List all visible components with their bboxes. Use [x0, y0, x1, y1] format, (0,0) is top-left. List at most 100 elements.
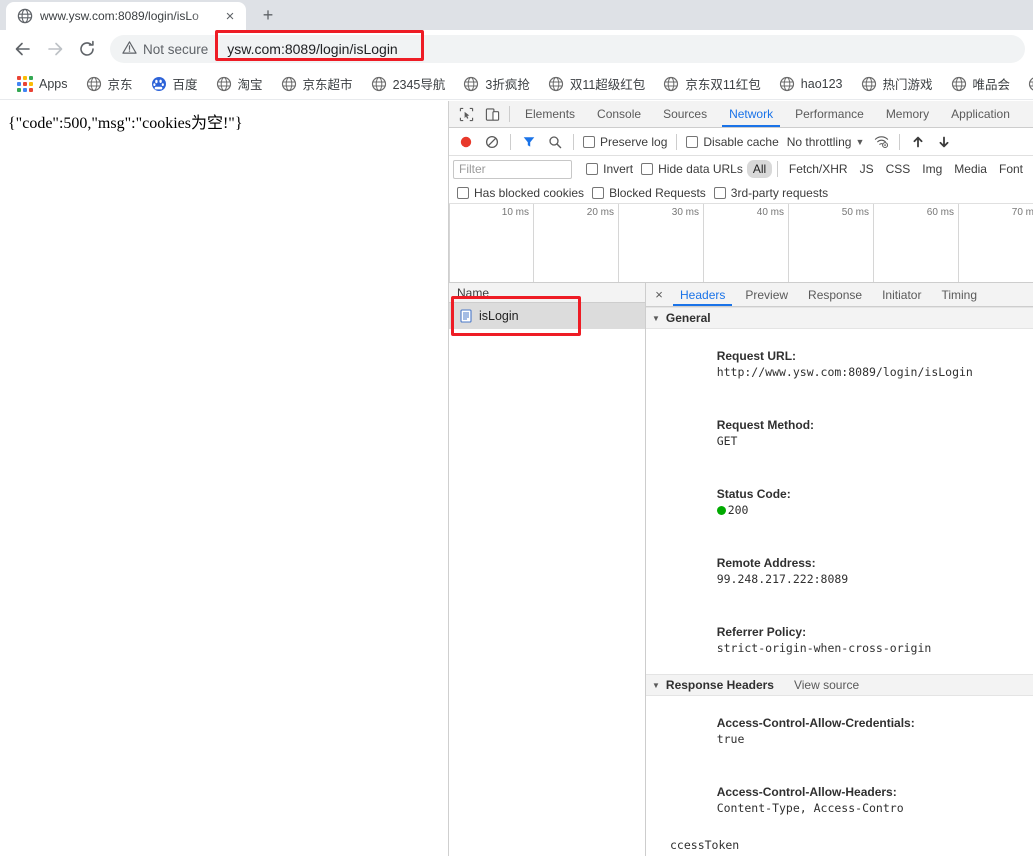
browser-window: www.ysw.com:8089/login/isLo × + Not secu… [0, 0, 1033, 856]
checkbox-box [592, 186, 605, 199]
table-row[interactable]: isLogin [449, 303, 645, 329]
filter-type-all[interactable]: All [746, 160, 773, 178]
inspect-cursor-icon[interactable] [453, 101, 479, 127]
bookmark-jingdong[interactable]: 京东 [77, 71, 142, 97]
checkbox-box [713, 186, 726, 199]
url-field-wrap[interactable]: ysw.com:8089/login/isLogin [217, 35, 1021, 63]
checkbox-box [686, 135, 699, 148]
page-json-response: {"code":500,"msg":"cookies为空!"} [8, 115, 243, 132]
bookmark-label: 2345导航 [392, 78, 446, 92]
filter-type-fetch-xhr[interactable]: Fetch/XHR [783, 160, 854, 178]
detail-tab-preview[interactable]: Preview [735, 283, 798, 306]
disable-cache-checkbox[interactable]: Disable cache [682, 135, 782, 149]
timeline-tick-label: 20 ms [586, 207, 614, 218]
close-icon[interactable]: × [222, 8, 238, 24]
checkbox-box [586, 163, 599, 175]
header-name: Request URL: [716, 348, 797, 363]
detail-tab-initiator[interactable]: Initiator [872, 283, 931, 306]
network-toolbar: Preserve log Disable cache No throttling… [449, 128, 1033, 156]
section-header-response-headers[interactable]: ▼ Response Headers View source [646, 674, 1033, 696]
filter-type-css[interactable]: CSS [880, 160, 917, 178]
detail-tab-headers[interactable]: Headers [670, 283, 735, 306]
detail-tab-timing[interactable]: Timing [931, 283, 987, 306]
upload-arrow-icon[interactable] [905, 130, 931, 154]
network-split-view: Name isLogin × Headers Preview Response … [449, 283, 1033, 856]
network-overview-timeline[interactable]: 10 ms 20 ms 30 ms 40 ms 50 ms 60 ms 70 m… [449, 204, 1033, 283]
header-row: Status Code: 200 [646, 467, 1033, 536]
download-arrow-icon[interactable] [931, 130, 957, 154]
bookmark-hot-games[interactable]: 热门游戏 [852, 71, 942, 97]
request-list-column-header[interactable]: Name [449, 283, 645, 303]
filter-type-font[interactable]: Font [993, 160, 1029, 178]
timeline-tick: 40 ms [704, 204, 789, 282]
url-input[interactable]: ysw.com:8089/login/isLogin [217, 41, 397, 57]
preserve-log-checkbox[interactable]: Preserve log [579, 135, 671, 149]
globe-icon [548, 76, 564, 92]
new-tab-button[interactable]: + [254, 1, 282, 29]
devtools-tab-elements[interactable]: Elements [514, 101, 586, 127]
devtools-tab-console[interactable]: Console [586, 101, 652, 127]
navigation-toolbar: Not secure ysw.com:8089/login/isLogin [0, 30, 1033, 68]
security-status[interactable]: Not secure [122, 40, 216, 58]
device-toggle-icon[interactable] [479, 101, 505, 127]
timeline-tick-label: 40 ms [756, 207, 784, 218]
header-value: http://www.ysw.com:8089/login/isLogin [716, 364, 973, 379]
blocked-requests-checkbox[interactable]: Blocked Requests [588, 186, 710, 200]
invert-label: Invert [603, 162, 634, 176]
devtools-tab-application[interactable]: Application [940, 101, 1021, 127]
bookmark-3zhe[interactable]: 3折疯抢 [454, 71, 538, 97]
globe-icon [1028, 76, 1033, 92]
bookmark-jd-supermarket[interactable]: 京东超市 [272, 71, 362, 97]
bookmark-apps[interactable]: Apps [8, 71, 77, 97]
detail-tab-response[interactable]: Response [798, 283, 872, 306]
globe-icon [861, 76, 877, 92]
toolbar-divider [510, 133, 511, 150]
security-label: Not secure [143, 41, 209, 57]
timeline-tick-label: 50 ms [841, 207, 869, 218]
throttling-select[interactable]: No throttling ▼ [783, 135, 869, 149]
forward-icon[interactable] [40, 34, 70, 64]
section-header-general[interactable]: ▼ General [646, 307, 1033, 329]
clear-no-entry-icon[interactable] [479, 130, 505, 154]
hide-data-urls-checkbox[interactable]: Hide data URLs [637, 162, 747, 176]
back-icon[interactable] [8, 34, 38, 64]
bookmark-jd-double11[interactable]: 京东双11红包 [654, 71, 769, 97]
omnibox[interactable]: Not secure ysw.com:8089/login/isLogin [110, 35, 1025, 63]
status-ok-icon [716, 505, 726, 515]
bookmark-label: 京东 [107, 78, 133, 92]
funnel-filter-icon[interactable] [516, 130, 542, 154]
filter-type-img[interactable]: Img [916, 160, 948, 178]
bookmark-double11-super[interactable]: 双11超级红包 [539, 71, 654, 97]
filter-input[interactable]: Filter [453, 159, 573, 179]
bookmark-label: 淘宝 [237, 78, 263, 92]
record-circle-icon[interactable] [453, 130, 479, 154]
bookmark-baidu[interactable]: 百度 [142, 71, 207, 97]
section-title: Response Headers [665, 678, 774, 692]
search-icon[interactable] [542, 130, 568, 154]
has-blocked-cookies-checkbox[interactable]: Has blocked cookies [453, 186, 588, 200]
devtools-tab-sources[interactable]: Sources [652, 101, 718, 127]
network-conditions-icon[interactable] [868, 130, 894, 154]
checkbox-box [641, 163, 654, 175]
header-row: Remote Address: 99.248.217.222:8089 [646, 536, 1033, 605]
bookmark-vip[interactable]: 唯品会 [942, 71, 1020, 97]
header-value: strict-origin-when-cross-origin [716, 640, 932, 655]
reload-icon[interactable] [72, 34, 102, 64]
bookmark-2345[interactable]: 2345导航 [362, 71, 455, 97]
third-party-requests-checkbox[interactable]: 3rd-party requests [710, 186, 832, 200]
network-filter-bar: Filter Invert Hide data URLs All Fetch/X… [449, 156, 1033, 182]
devtools-tab-performance[interactable]: Performance [784, 101, 875, 127]
filter-type-js[interactable]: JS [854, 160, 880, 178]
timeline-tick: 60 ms [874, 204, 959, 282]
timeline-tick: 50 ms [789, 204, 874, 282]
devtools-tab-memory[interactable]: Memory [875, 101, 940, 127]
bookmark-hao123[interactable]: hao123 [770, 71, 852, 97]
bookmark-taobao[interactable]: 淘宝 [207, 71, 272, 97]
view-source-link[interactable]: View source [794, 678, 859, 692]
bookmark-overflow[interactable] [1019, 71, 1033, 97]
close-icon[interactable]: × [648, 283, 670, 306]
filter-type-media[interactable]: Media [948, 160, 993, 178]
invert-checkbox[interactable]: Invert [582, 162, 637, 176]
devtools-tab-network[interactable]: Network [718, 101, 784, 127]
browser-tab[interactable]: www.ysw.com:8089/login/isLo × [6, 2, 246, 30]
